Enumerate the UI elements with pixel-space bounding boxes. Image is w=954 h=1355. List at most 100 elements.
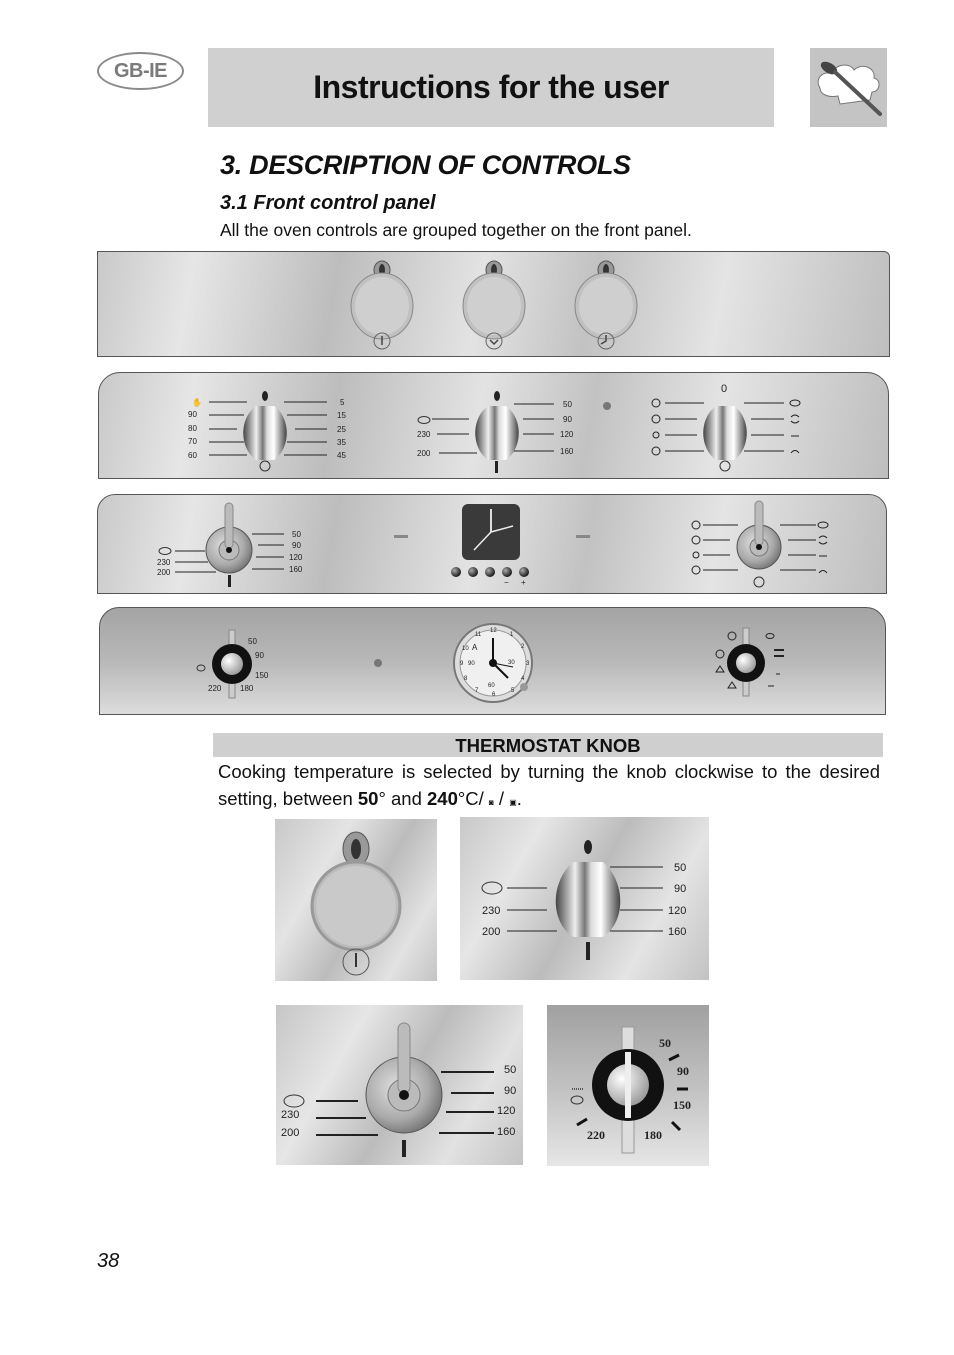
off-label: 0 xyxy=(721,383,727,395)
control-panel-2: ✋ 90 80 70 60 5 15 25 35 45 230 200 50 9… xyxy=(98,372,889,479)
label: 30 xyxy=(508,660,515,666)
indicator-light xyxy=(374,659,382,667)
thermostat-description: Cooking temperature is selected by turni… xyxy=(218,758,880,816)
text: ° and xyxy=(378,788,427,809)
label: 160 xyxy=(289,565,303,574)
fan-icon xyxy=(651,414,661,424)
label: 180 xyxy=(240,684,254,693)
plus-button[interactable] xyxy=(519,567,529,577)
thermostat-variant-4: 50 90 150 180 220 xyxy=(547,1005,709,1166)
static-icon xyxy=(790,414,800,424)
label: 180 xyxy=(644,1128,662,1142)
label: 60 xyxy=(488,683,495,689)
label: 230 xyxy=(482,905,500,917)
label: 70 xyxy=(188,437,197,446)
fan-grill-small-icon: ▣ xyxy=(509,798,517,807)
label: 45 xyxy=(337,451,346,460)
minus-button[interactable] xyxy=(502,567,512,577)
label: 120 xyxy=(497,1105,515,1117)
label: 60 xyxy=(188,451,197,460)
label: 50 xyxy=(674,862,686,874)
label: 220 xyxy=(208,684,222,693)
label: 12 xyxy=(490,628,497,634)
label: 5 xyxy=(340,398,345,407)
hand-icon: ✋ xyxy=(192,397,202,407)
label: 200 xyxy=(157,568,171,577)
timer-left-labels: ✋ 90 80 70 60 xyxy=(188,397,247,460)
text: °C/ xyxy=(457,788,489,809)
page-number: 38 xyxy=(97,1250,120,1272)
knob-3[interactable] xyxy=(574,260,638,350)
label: 150 xyxy=(255,671,269,680)
label: 50 xyxy=(563,400,572,409)
knob-1[interactable] xyxy=(350,260,414,350)
label: 10 xyxy=(462,646,469,652)
label: 50 xyxy=(504,1064,516,1076)
thermostat-variant-3: 230 200 50 90 120 160 xyxy=(276,1005,523,1165)
grill-icon xyxy=(570,1095,584,1105)
analog-timer-clock[interactable] xyxy=(453,623,533,703)
function-knob[interactable]: 0 xyxy=(703,383,747,472)
timer-knob[interactable] xyxy=(243,391,287,472)
mode-label: A xyxy=(472,643,478,652)
label: 90 xyxy=(188,410,197,419)
label: 90 xyxy=(677,1064,689,1078)
indicator-light xyxy=(603,402,611,410)
function-knob[interactable] xyxy=(736,500,782,588)
label: 80 xyxy=(188,424,197,433)
label: 90 xyxy=(674,883,686,895)
text: Cooking temperature is selected by turni… xyxy=(218,761,880,809)
label: 50 xyxy=(659,1036,671,1050)
label: 90 xyxy=(504,1085,516,1097)
label: 120 xyxy=(668,905,686,917)
clock-button[interactable] xyxy=(485,567,495,577)
indicator xyxy=(394,535,408,538)
label: 160 xyxy=(560,447,574,456)
label: 150 xyxy=(673,1098,691,1112)
language-badge: GB-IE xyxy=(97,52,184,90)
label: 230 xyxy=(157,558,171,567)
fan-grill-icon xyxy=(651,398,661,408)
label: 90 xyxy=(292,541,301,550)
timer-right-labels: 5 15 25 35 45 xyxy=(284,398,346,460)
clock-buttons: − + xyxy=(451,567,529,587)
thermostat-knob[interactable] xyxy=(205,502,253,587)
text: / xyxy=(493,788,510,809)
label: 11 xyxy=(475,632,482,638)
grill-icon xyxy=(196,664,206,672)
bell-button[interactable] xyxy=(451,567,461,577)
intro-text: All the oven controls are grouped togeth… xyxy=(220,220,692,240)
defrost-icon xyxy=(652,431,660,439)
label: 120 xyxy=(289,553,303,562)
label: 230 xyxy=(281,1109,299,1121)
label: 220 xyxy=(587,1128,605,1142)
analog-clock xyxy=(462,504,520,560)
grill-icon xyxy=(481,881,503,895)
label: 160 xyxy=(668,926,686,938)
label: 50 xyxy=(248,637,257,646)
fan-bottom-icon xyxy=(651,446,661,456)
label: 15 xyxy=(337,411,346,420)
function-knob[interactable] xyxy=(727,627,765,697)
text: . xyxy=(516,788,522,809)
control-panel-4: 50 90 150 180 220 12 1 2 3 4 5 6 7 8 9 1… xyxy=(99,607,886,715)
knob-2[interactable] xyxy=(462,260,526,350)
chef-hat-spoon-icon xyxy=(810,48,887,127)
label: 50 xyxy=(292,530,301,539)
grill-icon xyxy=(283,1094,305,1108)
thermostat-knob[interactable] xyxy=(475,391,519,473)
cooking-button[interactable] xyxy=(468,567,478,577)
label: 25 xyxy=(337,425,346,434)
top-heat-icon xyxy=(790,450,800,454)
label: 90 xyxy=(468,661,475,667)
grill-icon xyxy=(789,399,801,407)
page-title: Instructions for the user xyxy=(208,48,774,127)
label: 160 xyxy=(497,1126,515,1138)
grill-icon xyxy=(417,416,431,424)
label: 200 xyxy=(482,926,500,938)
label: 35 xyxy=(337,438,346,447)
min-temp: 50 xyxy=(357,788,379,809)
thermometer-icon xyxy=(402,1140,406,1157)
clock-adjust-knob xyxy=(520,683,528,691)
max-temp: 240 xyxy=(427,788,458,809)
